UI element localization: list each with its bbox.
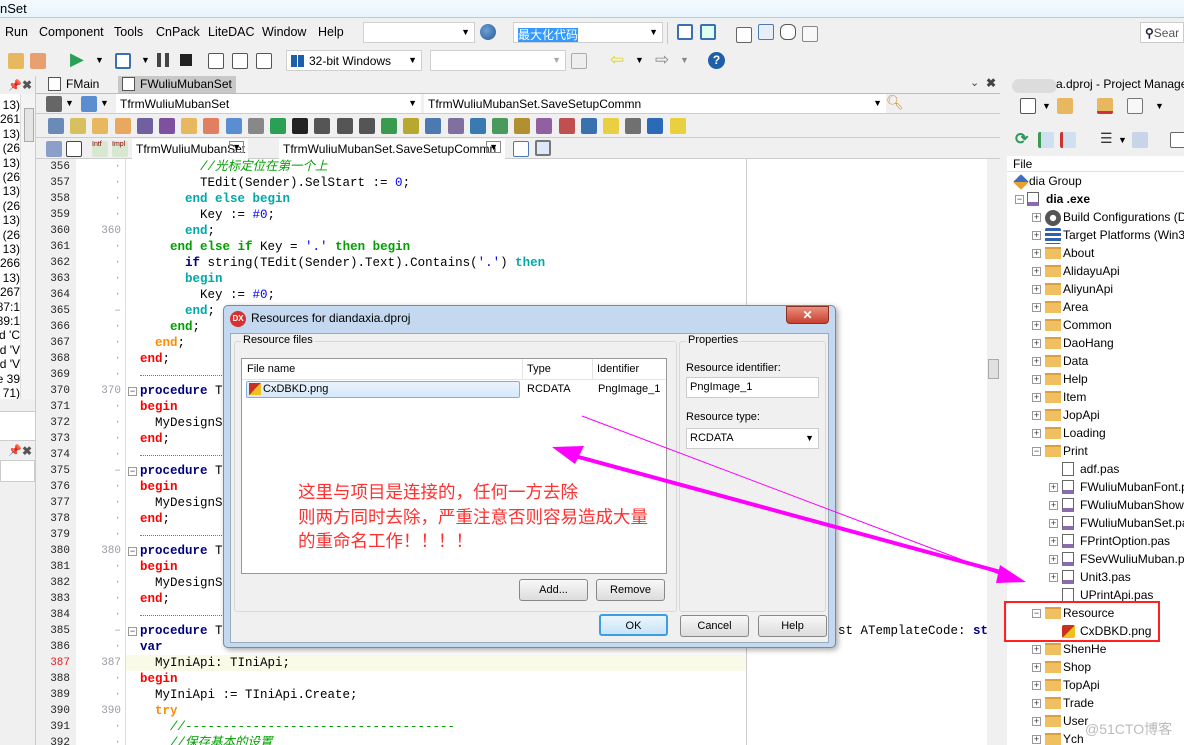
annotation-arrows <box>552 415 1026 583</box>
arrow-head-left <box>552 446 584 464</box>
thin-arrow-line <box>581 415 1011 579</box>
thick-arrow-line <box>574 454 1009 576</box>
arrow-head-right <box>996 565 1026 583</box>
watermark: @51CTO博客 <box>1085 721 1173 737</box>
